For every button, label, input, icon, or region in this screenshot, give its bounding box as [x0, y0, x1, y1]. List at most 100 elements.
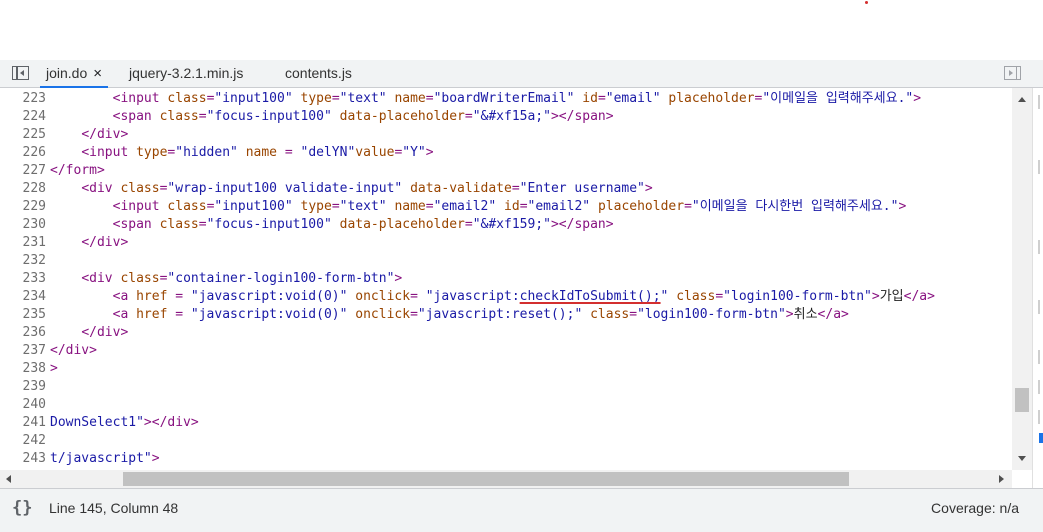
code-line[interactable]: 233 <div class="container-login100-form-… [0, 270, 403, 288]
code-token: "delYN" [300, 145, 356, 160]
code-token: = [597, 91, 606, 106]
line-number[interactable]: 225 [0, 126, 46, 144]
line-number[interactable]: 240 [0, 396, 46, 414]
code-editor[interactable]: 223 <input class="input100" type="text" … [0, 88, 1012, 470]
code-line[interactable]: 227 </form> [0, 162, 105, 180]
panel-toggle-icon[interactable] [1004, 66, 1021, 80]
line-number[interactable]: 233 [0, 270, 46, 288]
code-token: = [198, 109, 207, 124]
tab-join-do[interactable]: join.do × [40, 60, 109, 88]
code-token: = [464, 109, 473, 124]
line-number[interactable]: 238 [0, 360, 46, 378]
code-text: > [46, 360, 58, 378]
line-number[interactable]: 223 [0, 90, 46, 108]
close-icon[interactable]: × [93, 65, 102, 82]
code-text: </div> [46, 234, 128, 252]
code-token: "focus-input100" [206, 109, 332, 124]
line-number[interactable]: 224 [0, 108, 46, 126]
line-number[interactable]: 239 [0, 378, 46, 396]
code-token: > [394, 271, 403, 286]
scroll-left-icon[interactable] [6, 475, 11, 483]
code-token: > [898, 199, 907, 214]
line-number[interactable]: 235 [0, 306, 46, 324]
horizontal-scrollbar[interactable] [0, 470, 1012, 488]
tab-label: contents.js [285, 65, 352, 81]
line-number[interactable]: 241 [0, 414, 46, 432]
code-token: "javascript: [425, 289, 520, 304]
line-number[interactable]: 237 [0, 342, 46, 360]
code-token: class [676, 289, 716, 304]
code-token: "이메일을 입력해주세요." [762, 91, 914, 106]
code-line[interactable]: 243 t/javascript"> [0, 450, 160, 468]
code-line[interactable]: 228 <div class = "wrap-input100 validate-i… [0, 180, 653, 198]
vertical-scroll-thumb[interactable] [1015, 388, 1029, 412]
code-token: <input [81, 145, 137, 160]
code-line[interactable]: 240 [0, 396, 50, 414]
line-number[interactable]: 243 [0, 450, 46, 468]
code-line[interactable]: 229 <input class="input100" type="text" … [0, 198, 907, 216]
line-number[interactable]: 231 [0, 234, 46, 252]
line-number[interactable]: 228 [0, 180, 46, 198]
scroll-right-icon[interactable] [999, 475, 1004, 483]
code-text: </div> [46, 324, 128, 342]
edge-marker [1038, 380, 1040, 394]
code-token: <div [81, 181, 121, 196]
code-line[interactable]: 238 > [0, 360, 58, 378]
code-token: "focus-input100" [206, 217, 332, 232]
status-bar: {} Line 145, Column 48 Coverage: n/a [0, 488, 1043, 532]
pretty-print-icon[interactable]: {} [12, 498, 32, 518]
code-token: class [120, 181, 160, 196]
tab-contents-js[interactable]: contents.js [285, 60, 352, 87]
code-line[interactable]: 224 <span class="focus-input100" data-pl… [0, 108, 614, 126]
code-line[interactable]: 242 [0, 432, 50, 450]
code-line[interactable]: 234 <a href = "javascript:void(0)" oncli… [0, 288, 935, 306]
line-number[interactable]: 230 [0, 216, 46, 234]
line-number[interactable]: 234 [0, 288, 46, 306]
line-number[interactable]: 242 [0, 432, 46, 450]
code-token: <span [112, 109, 160, 124]
code-token: > [151, 451, 160, 466]
code-token: <input [112, 91, 168, 106]
code-line[interactable]: 230 <span class="focus-input100" data-pl… [0, 216, 614, 234]
code-line[interactable]: 226 <input type="hidden" name = "delYN"v… [0, 144, 434, 162]
code-token: "이메일을 다시한번 입력해주세요." [691, 199, 899, 214]
code-line[interactable]: 241 DownSelect1"></div> [0, 414, 199, 432]
cursor-position[interactable]: Line 145, Column 48 [49, 500, 178, 516]
line-number[interactable]: 227 [0, 162, 46, 180]
code-token: class [167, 91, 207, 106]
code-line[interactable]: 237 </div> [0, 342, 97, 360]
coverage-status[interactable]: Coverage: n/a [931, 500, 1019, 516]
vertical-scrollbar[interactable] [1012, 88, 1032, 470]
code-token: id [582, 91, 598, 106]
tab-jquery[interactable]: jquery-3.2.1.min.js [129, 60, 243, 87]
code-token: "&#xf159;" [472, 217, 551, 232]
code-token: "email" [605, 91, 661, 106]
code-line[interactable]: 236 </div> [0, 324, 129, 342]
line-number[interactable]: 226 [0, 144, 46, 162]
code-token: > [425, 145, 434, 160]
code-text: </div> [46, 342, 97, 360]
code-line[interactable]: 225 </div> [0, 126, 129, 144]
horizontal-scroll-thumb[interactable] [123, 472, 849, 486]
code-line[interactable]: 239 [0, 378, 50, 396]
code-line[interactable]: 232 [0, 252, 50, 270]
line-number[interactable]: 236 [0, 324, 46, 342]
code-line[interactable]: 235 <a href = "javascript:void(0)" oncli… [0, 306, 849, 324]
code-token: "&#xf15a;" [472, 109, 551, 124]
code-text: <input class="input100" type="text" name… [46, 90, 921, 108]
line-number[interactable]: 232 [0, 252, 46, 270]
navigator-toggle-icon[interactable] [12, 66, 29, 80]
scroll-down-icon[interactable] [1018, 456, 1026, 461]
tab-label: jquery-3.2.1.min.js [129, 65, 244, 81]
code-line[interactable]: 223 <input class="input100" type="text" … [0, 90, 922, 108]
code-token: = [167, 289, 191, 304]
code-line[interactable]: 231 </div> [0, 234, 129, 252]
code-token: = [167, 307, 191, 322]
scroll-up-icon[interactable] [1018, 97, 1026, 102]
line-number[interactable]: 229 [0, 198, 46, 216]
